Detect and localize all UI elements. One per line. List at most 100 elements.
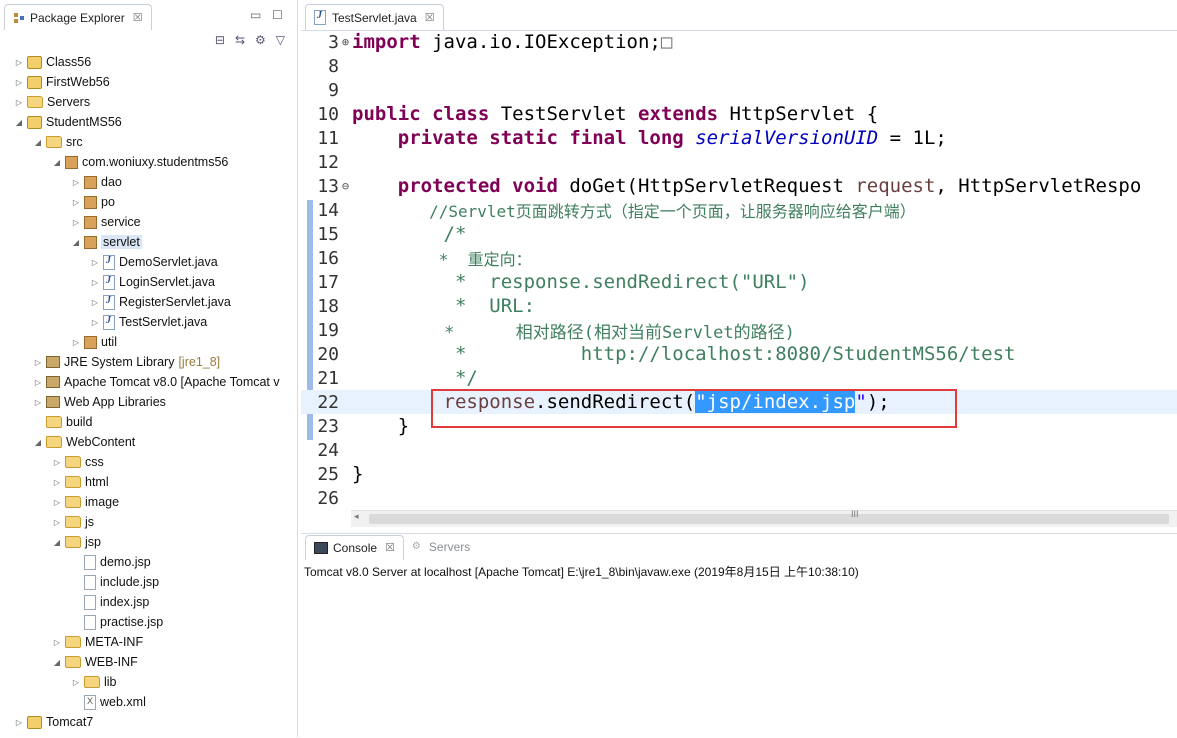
close-icon[interactable]: ☒	[133, 11, 143, 24]
expand-arrow-icon[interactable]: ▷	[71, 218, 81, 227]
expand-arrow-icon[interactable]: ▷	[71, 178, 81, 187]
code-line-10: 10 public class TestServlet extends HttpS…	[317, 103, 879, 125]
tree-item-jsp[interactable]: ◢ jsp	[0, 532, 297, 552]
folder-icon	[65, 476, 81, 488]
fold-collapse-icon[interactable]: ⊖	[339, 179, 352, 193]
collapse-arrow-icon[interactable]: ◢	[52, 538, 62, 547]
horizontal-scrollbar[interactable]: ◂ III	[351, 509, 1177, 527]
link-with-editor-icon[interactable]: ⇆	[235, 33, 245, 47]
tree-item-meta-inf[interactable]: ▷ META-INF	[0, 632, 297, 652]
tree-item-registerservlet[interactable]: ▷RegisterServlet.java	[0, 292, 297, 312]
tree-item-webapp-libraries[interactable]: ▷ Web App Libraries	[0, 392, 297, 412]
tree-item-build[interactable]: build	[0, 412, 297, 432]
expand-arrow-icon[interactable]: ▷	[90, 298, 100, 307]
tab-testservlet-java[interactable]: TestServlet.java ☒	[305, 4, 444, 30]
console-tabbar: Console ☒ ⚙ Servers	[301, 534, 1177, 560]
close-icon[interactable]: ☒	[425, 11, 435, 24]
expand-arrow-icon[interactable]: ▷	[71, 198, 81, 207]
tree-item-jre-library[interactable]: ▷ JRE System Library [jre1_8]	[0, 352, 297, 372]
code-area[interactable]: 3 ⊕ import java.io.IOException; □ 8 9 10 pub…	[301, 30, 1177, 508]
tree-item-web-inf[interactable]: ◢ WEB-INF	[0, 652, 297, 672]
console-status-text: Tomcat v8.0 Server at localhost [Apache …	[304, 565, 859, 579]
library-icon	[46, 356, 60, 368]
tab-package-explorer[interactable]: Package Explorer ☒	[4, 4, 152, 30]
close-icon[interactable]: ☒	[385, 541, 395, 554]
tree-item-firstweb56[interactable]: ▷ FirstWeb56	[0, 72, 297, 92]
java-file-icon	[103, 314, 115, 330]
tree-item-image[interactable]: ▷ image	[0, 492, 297, 512]
code-line-11: 11 private static final long serialVersi…	[317, 127, 947, 149]
tree-item-dao[interactable]: ▷ dao	[0, 172, 297, 192]
library-icon	[46, 376, 60, 388]
collapse-arrow-icon[interactable]: ◢	[14, 118, 24, 127]
collapse-all-icon[interactable]: ⊟	[215, 33, 225, 47]
tree-item-po[interactable]: ▷ po	[0, 192, 297, 212]
filters-icon[interactable]: ⚙	[255, 33, 266, 47]
tree-item-servlet[interactable]: ◢ servlet	[0, 232, 297, 252]
expand-arrow-icon[interactable]: ▷	[52, 518, 62, 527]
minimize-icon[interactable]: ▭	[250, 8, 261, 22]
expand-arrow-icon[interactable]: ▷	[90, 258, 100, 267]
expand-arrow-icon[interactable]: ▷	[71, 678, 81, 687]
tree-item-tomcat7[interactable]: ▷ Tomcat7	[0, 712, 297, 732]
expand-arrow-icon[interactable]: ▷	[52, 458, 62, 467]
expand-arrow-icon[interactable]: ▷	[52, 478, 62, 487]
expand-arrow-icon[interactable]: ▷	[90, 318, 100, 327]
tree-item-service[interactable]: ▷ service	[0, 212, 297, 232]
tree-item-tomcat-library[interactable]: ▷ Apache Tomcat v8.0 [Apache Tomcat v	[0, 372, 297, 392]
code-line-18: 18 * URL:	[317, 295, 536, 317]
collapse-arrow-icon[interactable]: ◢	[52, 658, 62, 667]
tree-item-demoservlet[interactable]: ▷DemoServlet.java	[0, 252, 297, 272]
package-icon	[84, 175, 97, 189]
tree-item-webcontent[interactable]: ◢ WebContent	[0, 432, 297, 452]
expand-arrow-icon[interactable]: ▷	[14, 98, 24, 107]
code-line-12: 12	[317, 151, 339, 173]
explorer-toolbar: ⊟ ⇆ ⚙ ▽	[215, 33, 285, 47]
tree-item-web-xml[interactable]: web.xml	[0, 692, 297, 712]
xml-file-icon	[84, 694, 96, 710]
tab-servers[interactable]: ⚙ Servers	[404, 535, 478, 559]
expand-arrow-icon[interactable]: ▷	[90, 278, 100, 287]
package-explorer-icon	[13, 12, 25, 24]
tree-item-servers[interactable]: ▷ Servers	[0, 92, 297, 112]
expand-arrow-icon[interactable]: ▷	[14, 58, 24, 67]
view-menu-icon[interactable]: ▽	[276, 33, 285, 47]
code-line-9: 9	[328, 79, 339, 101]
scroll-left-icon[interactable]: ◂	[354, 511, 359, 522]
expand-arrow-icon[interactable]: ▷	[33, 358, 43, 367]
tree-item-css[interactable]: ▷ css	[0, 452, 297, 472]
tree-item-include-jsp[interactable]: include.jsp	[0, 572, 297, 592]
tree-item-loginservlet[interactable]: ▷LoginServlet.java	[0, 272, 297, 292]
expand-arrow-icon[interactable]: ▷	[52, 498, 62, 507]
tree-item-util[interactable]: ▷ util	[0, 332, 297, 352]
tree-item-package-root[interactable]: ◢ com.woniuxy.studentms56	[0, 152, 297, 172]
code-line-20: 20 * http://localhost:8080/StudentMS56/t…	[317, 343, 1016, 365]
code-line-16: 16 * 重定向：	[317, 247, 532, 270]
expand-arrow-icon[interactable]: ▷	[71, 338, 81, 347]
expand-arrow-icon[interactable]: ▷	[14, 78, 24, 87]
expand-arrow-icon[interactable]: ▷	[33, 378, 43, 387]
collapse-arrow-icon[interactable]: ◢	[71, 238, 81, 247]
tree-item-practise-jsp[interactable]: practise.jsp	[0, 612, 297, 632]
folder-icon	[65, 636, 81, 648]
tab-console[interactable]: Console ☒	[305, 534, 404, 560]
fold-expand-icon[interactable]: ⊕	[339, 35, 352, 49]
scrollbar-thumb[interactable]	[369, 514, 1169, 524]
collapse-arrow-icon[interactable]: ◢	[33, 438, 43, 447]
tree-item-class56[interactable]: ▷ Class56	[0, 52, 297, 72]
maximize-icon[interactable]: ☐	[272, 8, 283, 22]
tree-item-testservlet[interactable]: ▷TestServlet.java	[0, 312, 297, 332]
tree-item-lib[interactable]: ▷ lib	[0, 672, 297, 692]
tree-item-index-jsp[interactable]: index.jsp	[0, 592, 297, 612]
collapse-arrow-icon[interactable]: ◢	[33, 138, 43, 147]
expand-arrow-icon[interactable]: ▷	[14, 718, 24, 727]
tree-item-demo-jsp[interactable]: demo.jsp	[0, 552, 297, 572]
tree-item-html[interactable]: ▷ html	[0, 472, 297, 492]
expand-arrow-icon[interactable]: ▷	[52, 638, 62, 647]
tree-item-js[interactable]: ▷ js	[0, 512, 297, 532]
tree-item-src[interactable]: ◢ src	[0, 132, 297, 152]
collapse-arrow-icon[interactable]: ◢	[52, 158, 62, 167]
expand-arrow-icon[interactable]: ▷	[33, 398, 43, 407]
package-icon	[84, 215, 97, 229]
tree-item-studentms56[interactable]: ◢ StudentMS56	[0, 112, 297, 132]
